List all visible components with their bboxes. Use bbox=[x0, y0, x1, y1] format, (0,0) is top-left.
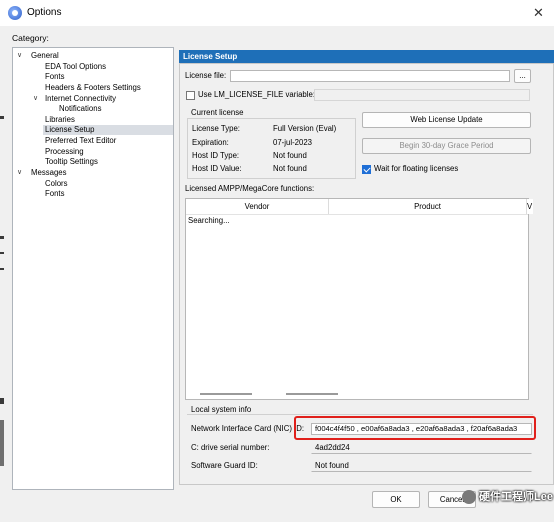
horizontal-scrollbar[interactable] bbox=[286, 393, 338, 395]
tree-item-eda-tool-options[interactable]: EDA Tool Options bbox=[45, 62, 106, 72]
chevron-down-icon[interactable]: ∨ bbox=[17, 51, 22, 59]
tree-item-processing[interactable]: Processing bbox=[45, 147, 84, 157]
category-tree[interactable]: ∨ General EDA Tool Options Fonts Headers… bbox=[12, 47, 174, 490]
functions-title: Licensed AMPP/MegaCore functions: bbox=[185, 184, 315, 193]
group-divider bbox=[187, 118, 355, 119]
edge-artifact bbox=[0, 420, 4, 466]
host-id-type-value: Not found bbox=[273, 151, 307, 160]
group-divider bbox=[187, 178, 356, 179]
software-guard-label: Software Guard ID: bbox=[191, 461, 258, 470]
red-highlight-box bbox=[294, 416, 536, 440]
wait-floating-checkbox[interactable] bbox=[362, 165, 371, 174]
window-title: Options bbox=[27, 7, 62, 18]
column-header-vendor[interactable]: Vendor bbox=[186, 199, 329, 214]
tree-item-headers-footers[interactable]: Headers & Footers Settings bbox=[45, 83, 141, 93]
column-header-version[interactable]: V bbox=[527, 199, 533, 214]
wait-floating-label: Wait for floating licenses bbox=[374, 164, 459, 173]
chevron-down-icon[interactable]: ∨ bbox=[17, 168, 22, 176]
use-env-label: Use LM_LICENSE_FILE variable: bbox=[198, 90, 316, 99]
license-type-value: Full Version (Eval) bbox=[273, 124, 337, 133]
watermark-logo bbox=[462, 490, 476, 504]
ok-button[interactable]: OK bbox=[372, 491, 420, 508]
group-divider bbox=[187, 118, 188, 178]
tree-item-internet-connectivity[interactable]: Internet Connectivity bbox=[45, 94, 116, 104]
app-icon bbox=[8, 6, 22, 20]
browse-button[interactable]: ... bbox=[514, 69, 531, 83]
chevron-down-icon[interactable]: ∨ bbox=[33, 94, 38, 102]
tree-item-messages[interactable]: Messages bbox=[31, 168, 67, 178]
tree-item-notifications[interactable]: Notifications bbox=[59, 104, 101, 114]
close-icon[interactable]: ✕ bbox=[525, 1, 552, 25]
tree-item-general[interactable]: General bbox=[31, 51, 59, 61]
group-divider bbox=[187, 414, 533, 415]
edge-artifact bbox=[0, 268, 4, 270]
current-license-title: Current license bbox=[191, 108, 244, 117]
host-id-value-label: Host ID Value: bbox=[192, 164, 242, 173]
grace-period-button[interactable]: Begin 30-day Grace Period bbox=[362, 138, 531, 154]
tree-item-fonts-messages[interactable]: Fonts bbox=[45, 189, 65, 199]
functions-table[interactable]: Vendor Product V Searching... bbox=[185, 198, 533, 400]
edge-artifact bbox=[0, 236, 4, 239]
panel-header: License Setup bbox=[179, 50, 554, 63]
env-variable-input[interactable] bbox=[314, 89, 530, 101]
host-id-type-label: Host ID Type: bbox=[192, 151, 240, 160]
license-file-label: License file: bbox=[185, 71, 227, 80]
tree-item-tooltip-settings[interactable]: Tooltip Settings bbox=[45, 157, 98, 167]
tree-item-colors[interactable]: Colors bbox=[45, 179, 68, 189]
host-id-value-value: Not found bbox=[273, 164, 307, 173]
functions-status: Searching... bbox=[188, 216, 230, 225]
drive-serial-label: C: drive serial number: bbox=[191, 443, 270, 452]
tree-item-preferred-text-editor[interactable]: Preferred Text Editor bbox=[45, 136, 116, 146]
web-license-update-button[interactable]: Web License Update bbox=[362, 112, 531, 128]
tree-item-fonts[interactable]: Fonts bbox=[45, 72, 65, 82]
software-guard-field[interactable]: Not found bbox=[311, 460, 532, 472]
expiration-label: Expiration: bbox=[192, 138, 229, 147]
horizontal-scrollbar[interactable] bbox=[200, 393, 252, 395]
expiration-value: 07-jul-2023 bbox=[273, 138, 313, 147]
edge-artifact bbox=[0, 252, 4, 254]
nic-label: Network Interface Card (NIC) ID: bbox=[191, 424, 305, 433]
table-header-divider bbox=[186, 214, 528, 215]
use-env-checkbox[interactable] bbox=[186, 91, 195, 100]
column-header-product[interactable]: Product bbox=[329, 199, 527, 214]
tree-item-libraries[interactable]: Libraries bbox=[45, 115, 75, 125]
license-file-input[interactable] bbox=[230, 70, 510, 82]
tree-item-license-setup[interactable]: License Setup bbox=[43, 125, 173, 135]
drive-serial-field[interactable]: 4ad2dd24 bbox=[311, 442, 532, 454]
title-bar bbox=[0, 0, 554, 26]
edge-artifact bbox=[0, 116, 4, 119]
watermark-text: 硬件工程师Lee bbox=[479, 491, 553, 503]
edge-artifact bbox=[0, 398, 4, 404]
group-divider bbox=[355, 118, 356, 178]
category-label: Category: bbox=[12, 33, 49, 43]
license-type-label: License Type: bbox=[192, 124, 240, 133]
